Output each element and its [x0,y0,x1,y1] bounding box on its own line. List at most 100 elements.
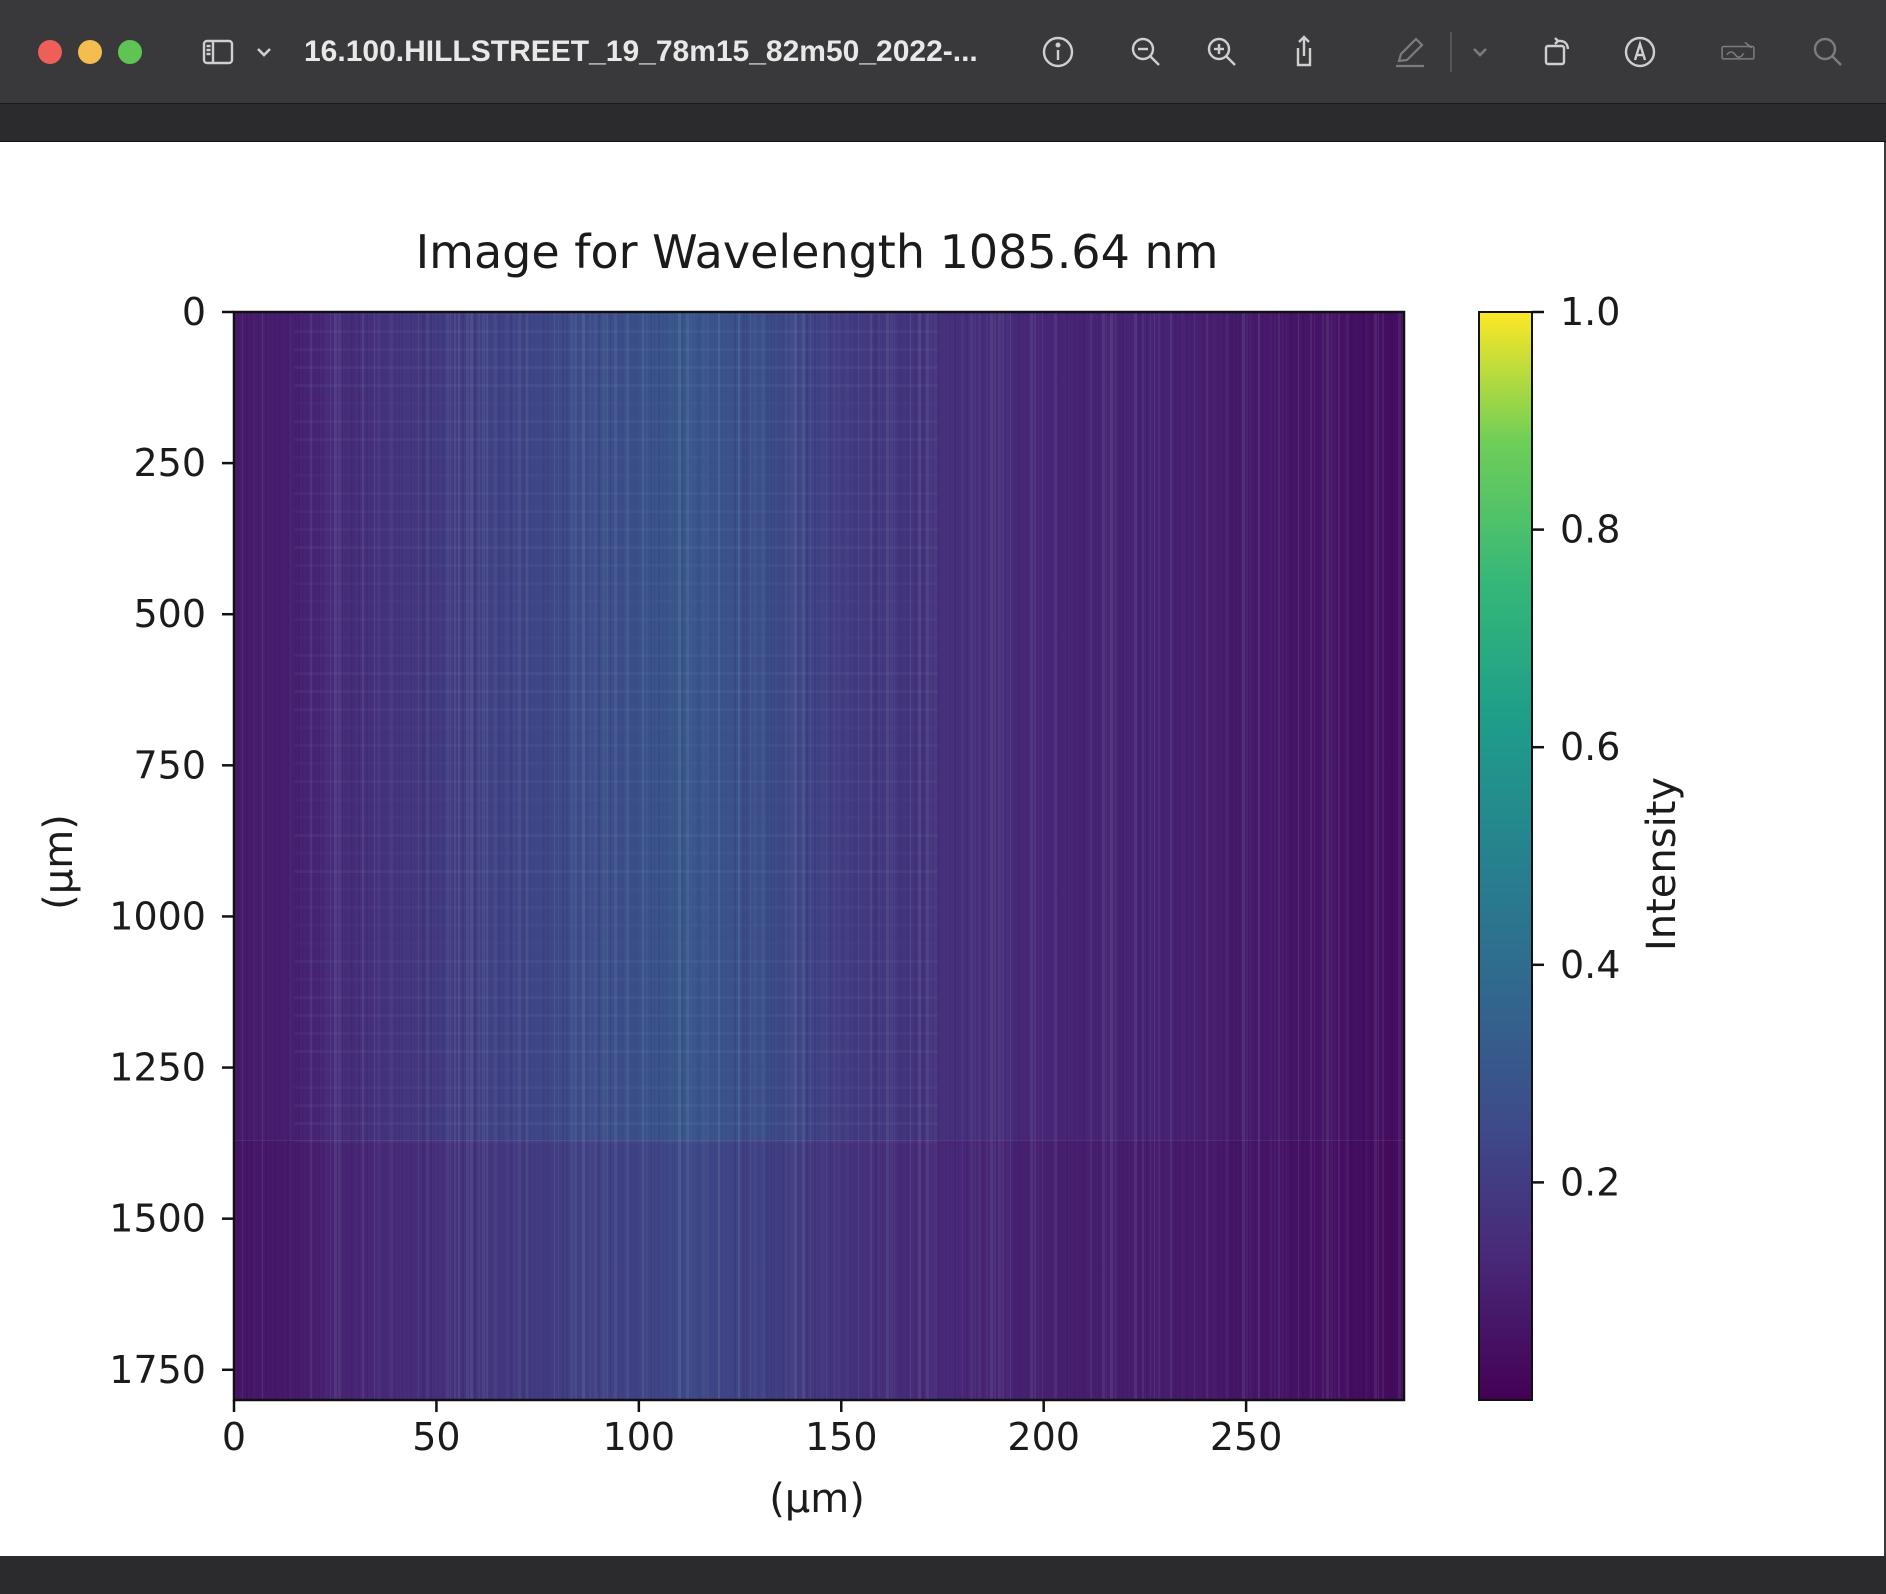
heatmap-stripe [954,312,956,1400]
heatmap-band [294,762,938,765]
heatmap-stripe [1166,312,1167,1400]
heatmap-stripe [946,312,947,1400]
heatmap-stripe [1370,312,1373,1400]
heatmap-stripe [1122,312,1124,1400]
y-tick-label: 500 [133,592,206,636]
heatmap-stripe [262,312,263,1400]
heatmap-stripe [1226,312,1228,1400]
close-window-button[interactable] [38,40,62,64]
heatmap-stripe [1170,312,1172,1400]
search-icon[interactable] [1806,30,1850,74]
heatmap-stripe [1386,312,1389,1400]
heatmap-band [294,1032,938,1035]
x-axis-ticks: 0 50 100 150 200 250 [222,1400,1282,1459]
annotate-icon[interactable] [1618,30,1662,74]
signature-icon[interactable] [1712,30,1764,74]
heatmap-band [294,510,938,513]
heatmap-stripe [1030,312,1033,1400]
heatmap-stripe [1082,312,1085,1400]
heatmap-stripe [1382,312,1384,1400]
heatmap-band [294,1014,938,1017]
heatmap-band [294,996,938,999]
heatmap-band [294,780,938,783]
heatmap-stripe [1094,312,1097,1400]
heatmap-stripe [1250,312,1251,1400]
heatmap-band [294,1050,938,1053]
heatmap-stripe [1394,312,1395,1400]
heatmap-band [294,564,938,567]
heatmap-stripe [1338,312,1340,1400]
heatmap-stripe [266,312,267,1400]
markup-pen-icon[interactable] [1388,30,1432,74]
heatmap-band [294,942,938,945]
heatmap-stripe [1290,312,1293,1400]
heatmap-band [294,366,938,369]
heatmap-stripe [1006,312,1009,1400]
heatmap-stripe [1150,312,1151,1400]
sidebar-icon[interactable] [196,30,240,74]
heatmap-stripe [1194,312,1195,1400]
heatmap-stripe [1118,312,1121,1400]
y-tick-label: 750 [133,743,206,787]
heatmap-band [294,978,938,981]
heatmap-band [294,906,938,909]
heatmap-stripe [1186,312,1188,1400]
rotate-icon[interactable] [1536,30,1580,74]
heatmap-stripe [1130,312,1131,1400]
zoom-in-icon[interactable] [1200,30,1244,74]
heatmap-band [294,582,938,585]
colorbar-tick-label: 0.8 [1560,508,1620,552]
heatmap-band [294,1122,938,1125]
heatmap-band [294,1068,938,1071]
share-icon[interactable] [1282,30,1326,74]
heatmap-band [294,852,938,855]
heatmap-stripe [986,312,988,1400]
heatmap-stripe [998,312,1001,1400]
heatmap-stripe [1274,312,1276,1400]
heatmap-stripe [278,312,281,1400]
heatmap-stripe [1314,312,1315,1400]
heatmap-band [294,618,938,621]
heatmap-stripe [990,312,993,1400]
zoom-out-icon[interactable] [1124,30,1168,74]
heatmap-band [294,960,938,963]
title-bar: 16.100.HILLSTREET_19_78m15_82m50_2022-..… [0,0,1886,104]
heatmap-stripe [254,312,255,1400]
heatmap-band [294,834,938,837]
heatmap-stripe [1366,312,1367,1400]
heatmap-band [294,438,938,441]
heatmap-stripe [1202,312,1205,1400]
heatmap-stripe [1010,312,1011,1400]
info-icon[interactable] [1036,30,1080,74]
heatmap-stripe [1242,312,1245,1400]
heatmap-band [294,1086,938,1089]
heatmap-stripe [1330,312,1333,1400]
zoom-window-button[interactable] [118,40,142,64]
heatmap-stripe [1214,312,1215,1400]
chart-title: Image for Wavelength 1085.64 nm [416,225,1219,279]
heatmap-stripe [1198,312,1200,1400]
heatmap-stripe [978,312,981,1400]
y-tick-label: 0 [182,290,206,334]
minimize-window-button[interactable] [78,40,102,64]
status-bar [0,1556,1886,1594]
heatmap-stripe [1026,312,1029,1400]
chevron-down-icon[interactable] [244,30,284,74]
heatmap-stripe [1266,312,1267,1400]
heatmap-band [294,654,938,657]
heatmap-stripe [1070,312,1071,1400]
chevron-down-icon[interactable] [1460,30,1500,74]
colorbar [1478,311,1533,1401]
x-tick-label: 250 [1210,1415,1283,1459]
heatmap-stripe [938,312,940,1400]
heatmap-stripe [1034,312,1036,1400]
heatmap-stripe [1154,312,1155,1400]
heatmap-stripe [1002,312,1004,1400]
heatmap-stripe [1058,312,1061,1400]
heatmap-stripe [1142,312,1144,1400]
heatmap-stripe [1322,312,1324,1400]
heatmap-stripe [242,312,243,1400]
heatmap-stripe [1346,312,1349,1400]
heatmap-band [294,672,938,675]
heatmap-band [294,456,938,459]
